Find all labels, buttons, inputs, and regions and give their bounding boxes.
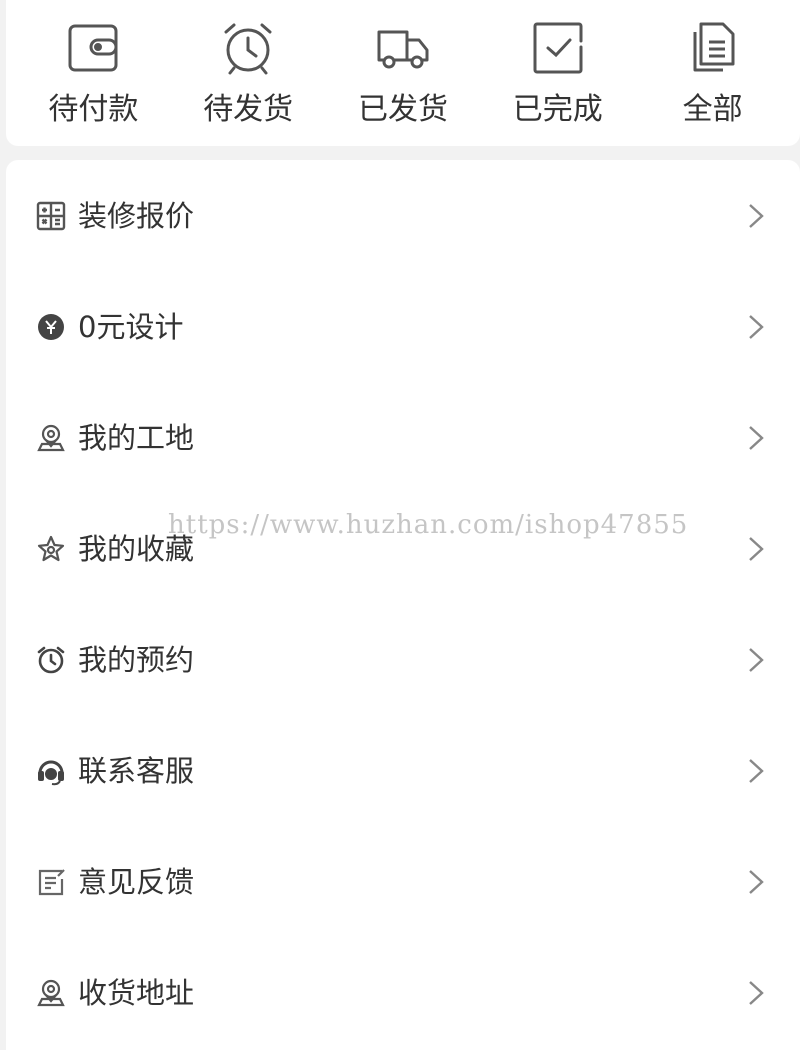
chevron-right-icon: [746, 645, 766, 675]
order-pending-shipment[interactable]: 待发货: [183, 0, 313, 128]
order-status-bar: 待付款 待发货 已发货 已完成 全部: [6, 0, 800, 146]
menu-item-shipping-address[interactable]: 收货地址: [6, 937, 800, 1048]
order-pending-shipment-label: 待发货: [203, 92, 294, 127]
truck-icon: [373, 18, 433, 78]
menu-item-my-site[interactable]: 我的工地: [6, 382, 800, 493]
wallet-icon: [63, 18, 123, 78]
menu-item-free-design[interactable]: 0元设计: [6, 271, 800, 382]
calculator-icon: [34, 199, 68, 233]
order-all-label: 全部: [682, 92, 743, 127]
watermark-text: https://www.huzhan.com/ishop47855: [168, 510, 689, 540]
alarm-clock-icon: [34, 643, 68, 677]
menu-item-feedback[interactable]: 意见反馈: [6, 826, 800, 937]
documents-icon: [683, 18, 743, 78]
order-pending-payment[interactable]: 待付款: [28, 0, 158, 128]
star-icon: [34, 532, 68, 566]
chevron-right-icon: [746, 756, 766, 786]
menu-item-appointments[interactable]: 我的预约: [6, 604, 800, 715]
chevron-right-icon: [746, 978, 766, 1008]
order-pending-payment-label: 待付款: [48, 92, 139, 127]
order-completed[interactable]: 已完成: [493, 0, 623, 128]
menu-item-customer-service-label: 联系客服: [78, 753, 195, 788]
menu-item-feedback-label: 意见反馈: [78, 864, 195, 899]
menu-list: 装修报价 0元设计 我的工地 我的收藏 我的预约 联系客服 意见反馈 收货地址: [6, 160, 800, 1050]
yen-coin-icon: [34, 310, 68, 344]
chevron-right-icon: [746, 201, 766, 231]
edit-note-icon: [34, 865, 68, 899]
order-completed-label: 已完成: [512, 92, 603, 127]
menu-item-my-site-label: 我的工地: [78, 420, 195, 455]
menu-item-customer-service[interactable]: 联系客服: [6, 715, 800, 826]
clipboard-check-icon: [528, 18, 588, 78]
order-shipped[interactable]: 已发货: [338, 0, 468, 128]
chevron-right-icon: [746, 312, 766, 342]
location-pin-icon: [34, 976, 68, 1010]
chevron-right-icon: [746, 534, 766, 564]
menu-item-appointments-label: 我的预约: [78, 642, 195, 677]
menu-item-quote-label: 装修报价: [78, 198, 195, 233]
chevron-right-icon: [746, 867, 766, 897]
menu-item-shipping-address-label: 收货地址: [78, 975, 195, 1010]
order-shipped-label: 已发货: [357, 92, 448, 127]
headset-icon: [34, 754, 68, 788]
order-all[interactable]: 全部: [648, 0, 778, 128]
chevron-right-icon: [746, 423, 766, 453]
location-pin-icon: [34, 421, 68, 455]
menu-item-quote[interactable]: 装修报价: [6, 160, 800, 271]
alarm-clock-icon: [218, 18, 278, 78]
menu-item-free-design-label: 0元设计: [78, 309, 184, 344]
